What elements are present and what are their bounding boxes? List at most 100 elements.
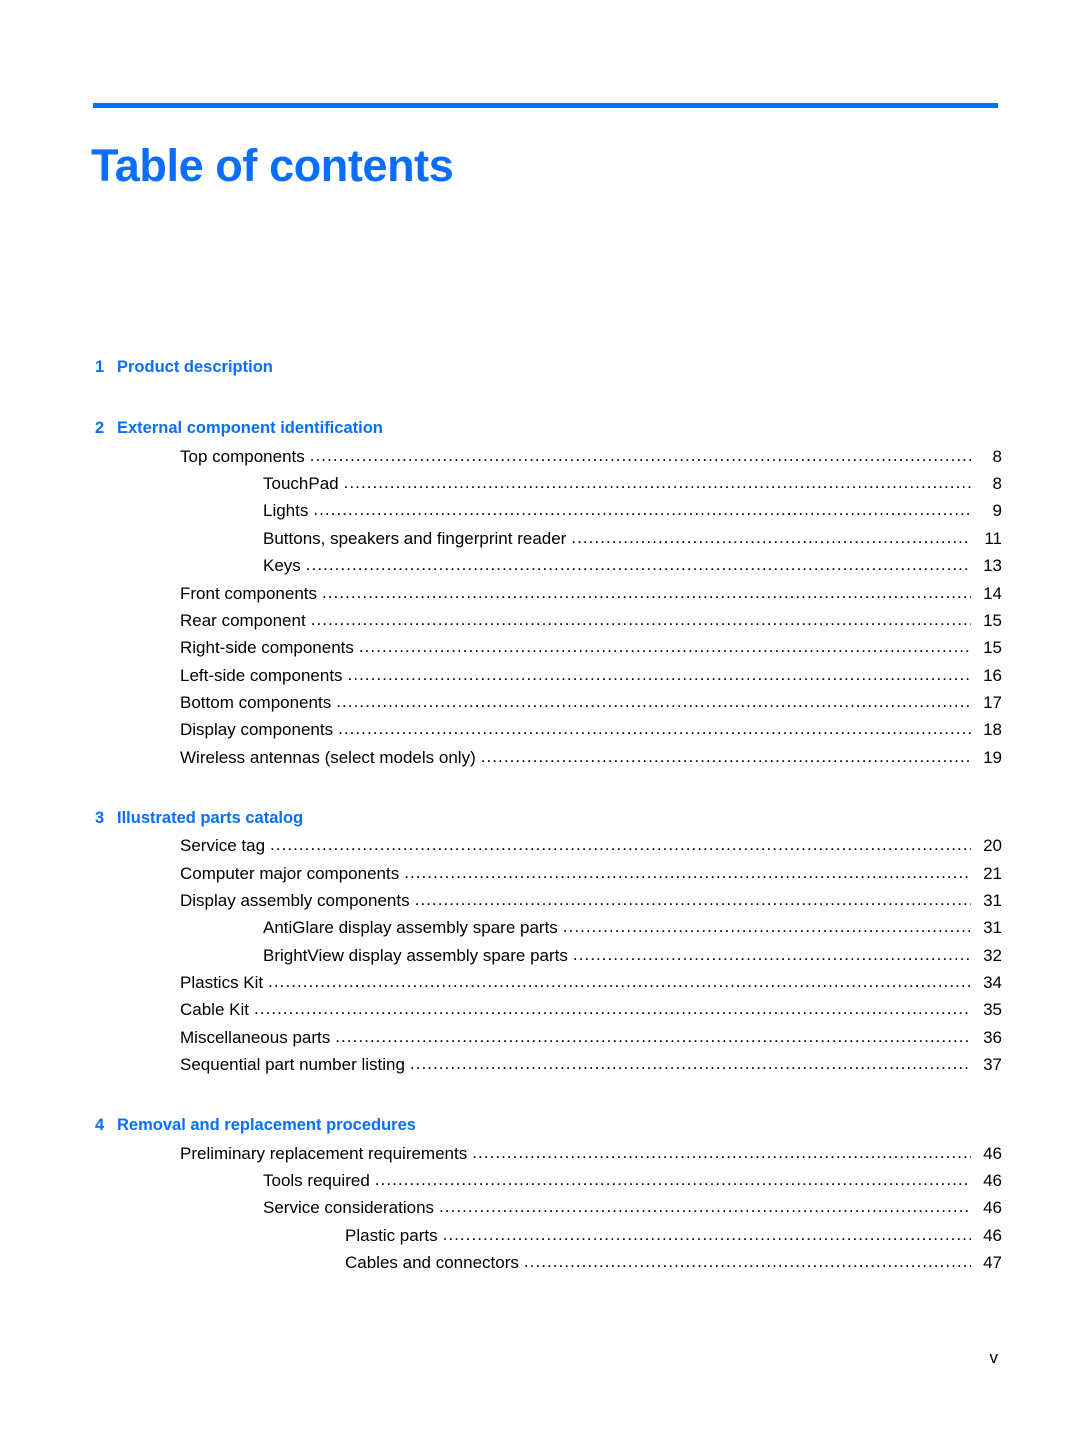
toc-entry-page-number: 11: [984, 528, 1002, 548]
toc-entry-label: Buttons, speakers and fingerprint reader: [263, 528, 567, 548]
toc-entry-page-number: 16: [983, 665, 1002, 685]
toc-entry-label: Miscellaneous parts: [180, 1027, 331, 1047]
toc-entry-label: Computer major components: [180, 863, 400, 883]
toc-entry[interactable]: Service tag.............................…: [0, 835, 1080, 863]
dot-leader: ........................................…: [404, 862, 971, 882]
toc-entry[interactable]: Service considerations..................…: [0, 1197, 1080, 1225]
toc-entry-label: Preliminary replacement requirements: [180, 1143, 468, 1163]
toc-entry-page-number: 31: [983, 918, 1002, 938]
toc-entry-page-number: 13: [983, 556, 1002, 576]
toc-entry-page-number: 46: [983, 1225, 1002, 1245]
toc-entry-label: Display components: [180, 720, 334, 740]
toc-entry[interactable]: Buttons, speakers and fingerprint reader…: [0, 527, 1080, 556]
toc-page: Table of contents 1 Product description 2 E…: [0, 0, 1080, 1437]
toc-entry-label: Service considerations: [263, 1198, 435, 1218]
toc-entry[interactable]: AntiGlare display assembly spare parts..…: [0, 917, 1080, 945]
dot-leader: ........................................…: [335, 1026, 971, 1046]
dot-leader: ........................................…: [322, 582, 971, 602]
toc-entry[interactable]: Plastics Kit............................…: [0, 972, 1080, 1000]
toc-chapter-heading[interactable]: 4 Removal and replacement procedures: [0, 1116, 1080, 1143]
dot-leader: ........................................…: [310, 609, 971, 629]
dot-leader: ........................................…: [253, 999, 971, 1019]
toc-entry-page-number: 47: [983, 1253, 1002, 1273]
toc-entry-page-number: 36: [983, 1027, 1002, 1047]
toc-entry-label: BrightView display assembly spare parts: [263, 945, 568, 965]
toc-entry[interactable]: Display components......................…: [0, 719, 1080, 747]
toc-entry-page-number: 21: [983, 863, 1002, 883]
toc-entry[interactable]: Cable Kit...............................…: [0, 999, 1080, 1027]
chapter-title: Illustrated parts catalog: [117, 808, 304, 827]
chapter-title: External component identification: [117, 419, 383, 438]
toc-entry[interactable]: TouchPad................................…: [0, 473, 1080, 501]
toc-chapter-heading[interactable]: 3 Illustrated parts catalog: [0, 809, 1080, 836]
toc-entry-page-number: 35: [983, 1000, 1002, 1020]
dot-leader: ........................................…: [439, 1197, 971, 1217]
dot-leader: ........................................…: [270, 835, 971, 855]
toc-entry[interactable]: Keys....................................…: [0, 555, 1080, 583]
toc-entry[interactable]: Preliminary replacement requirements....…: [0, 1142, 1080, 1171]
toc-entry[interactable]: Computer major components...............…: [0, 862, 1080, 891]
page-title: Table of contents: [91, 140, 454, 192]
toc-entry-label: Wireless antennas (select models only): [180, 747, 476, 767]
dot-leader: ........................................…: [309, 445, 971, 465]
toc-entry[interactable]: Front components........................…: [0, 582, 1080, 611]
toc-entry-page-number: 46: [983, 1171, 1002, 1191]
dot-leader: ........................................…: [480, 746, 971, 766]
dot-leader: ........................................…: [572, 944, 971, 964]
toc-entry[interactable]: Left-side components....................…: [0, 664, 1080, 693]
toc-entry-page-number: 31: [983, 890, 1002, 910]
dot-leader: ........................................…: [571, 527, 971, 547]
toc-entry[interactable]: Lights..................................…: [0, 500, 1080, 528]
dot-leader: ........................................…: [442, 1224, 971, 1244]
toc-entry[interactable]: Plastic parts...........................…: [0, 1224, 1080, 1253]
chapter-number: 2: [95, 419, 105, 438]
table-of-contents: 1 Product description 2 External component …: [0, 358, 1080, 1281]
toc-entry[interactable]: Bottom components.......................…: [0, 692, 1080, 720]
dot-leader: ........................................…: [523, 1252, 971, 1272]
dot-leader: ........................................…: [268, 972, 971, 992]
toc-entry[interactable]: Rear component..........................…: [0, 609, 1080, 638]
toc-entry-label: Cable Kit: [180, 1000, 249, 1020]
toc-entry-label: Cables and connectors: [345, 1253, 519, 1273]
dot-leader: ........................................…: [409, 1054, 971, 1074]
dot-leader: ........................................…: [472, 1142, 971, 1162]
toc-entry[interactable]: Miscellaneous parts.....................…: [0, 1026, 1080, 1055]
toc-chapter-heading[interactable]: 2 External component identification: [0, 419, 1080, 446]
dot-leader: ........................................…: [338, 719, 971, 739]
toc-entry-page-number: 9: [992, 501, 1002, 521]
toc-entry[interactable]: Wireless antennas (select models only)..…: [0, 746, 1080, 775]
toc-entry-label: Lights: [263, 501, 309, 521]
toc-entry-page-number: 19: [983, 747, 1002, 767]
toc-entry-page-number: 34: [983, 973, 1002, 993]
toc-entry-label: Display assembly components: [180, 890, 410, 910]
toc-entry[interactable]: Display assembly components.............…: [0, 890, 1080, 918]
chapter-number: 4: [95, 1116, 105, 1135]
footer-page-number: v: [989, 1348, 999, 1367]
dot-leader: ........................................…: [347, 664, 971, 684]
toc-entry-page-number: 20: [983, 836, 1002, 856]
toc-entry-label: Plastic parts: [345, 1225, 438, 1245]
toc-entry-label: Service tag: [180, 836, 266, 856]
toc-entry[interactable]: Tools required..........................…: [0, 1170, 1080, 1198]
toc-entry-label: Bottom components: [180, 692, 332, 712]
toc-entry-label: AntiGlare display assembly spare parts: [263, 918, 558, 938]
toc-entry-page-number: 18: [983, 720, 1002, 740]
toc-entry-page-number: 8: [992, 446, 1002, 466]
dot-leader: ........................................…: [562, 917, 971, 937]
dot-leader: ........................................…: [343, 473, 971, 493]
toc-entry-label: Right-side components: [180, 638, 354, 658]
toc-entry-page-number: 15: [983, 610, 1002, 630]
toc-entry-label: Rear component: [180, 610, 306, 630]
toc-entry[interactable]: Cables and connectors...................…: [0, 1252, 1080, 1280]
toc-entry[interactable]: Top components..........................…: [0, 445, 1080, 474]
toc-entry[interactable]: BrightView display assembly spare parts.…: [0, 944, 1080, 973]
dot-leader: ........................................…: [313, 500, 971, 520]
toc-entry[interactable]: Sequential part number listing..........…: [0, 1054, 1080, 1082]
toc-entry-page-number: 15: [983, 638, 1002, 658]
toc-entry-label: Sequential part number listing: [180, 1055, 405, 1075]
toc-entry-label: TouchPad: [263, 474, 339, 494]
dot-leader: ........................................…: [305, 555, 971, 575]
chapter-number: 3: [95, 808, 105, 827]
toc-entry[interactable]: Right-side components...................…: [0, 637, 1080, 665]
toc-chapter-heading[interactable]: 1 Product description: [0, 358, 1080, 385]
